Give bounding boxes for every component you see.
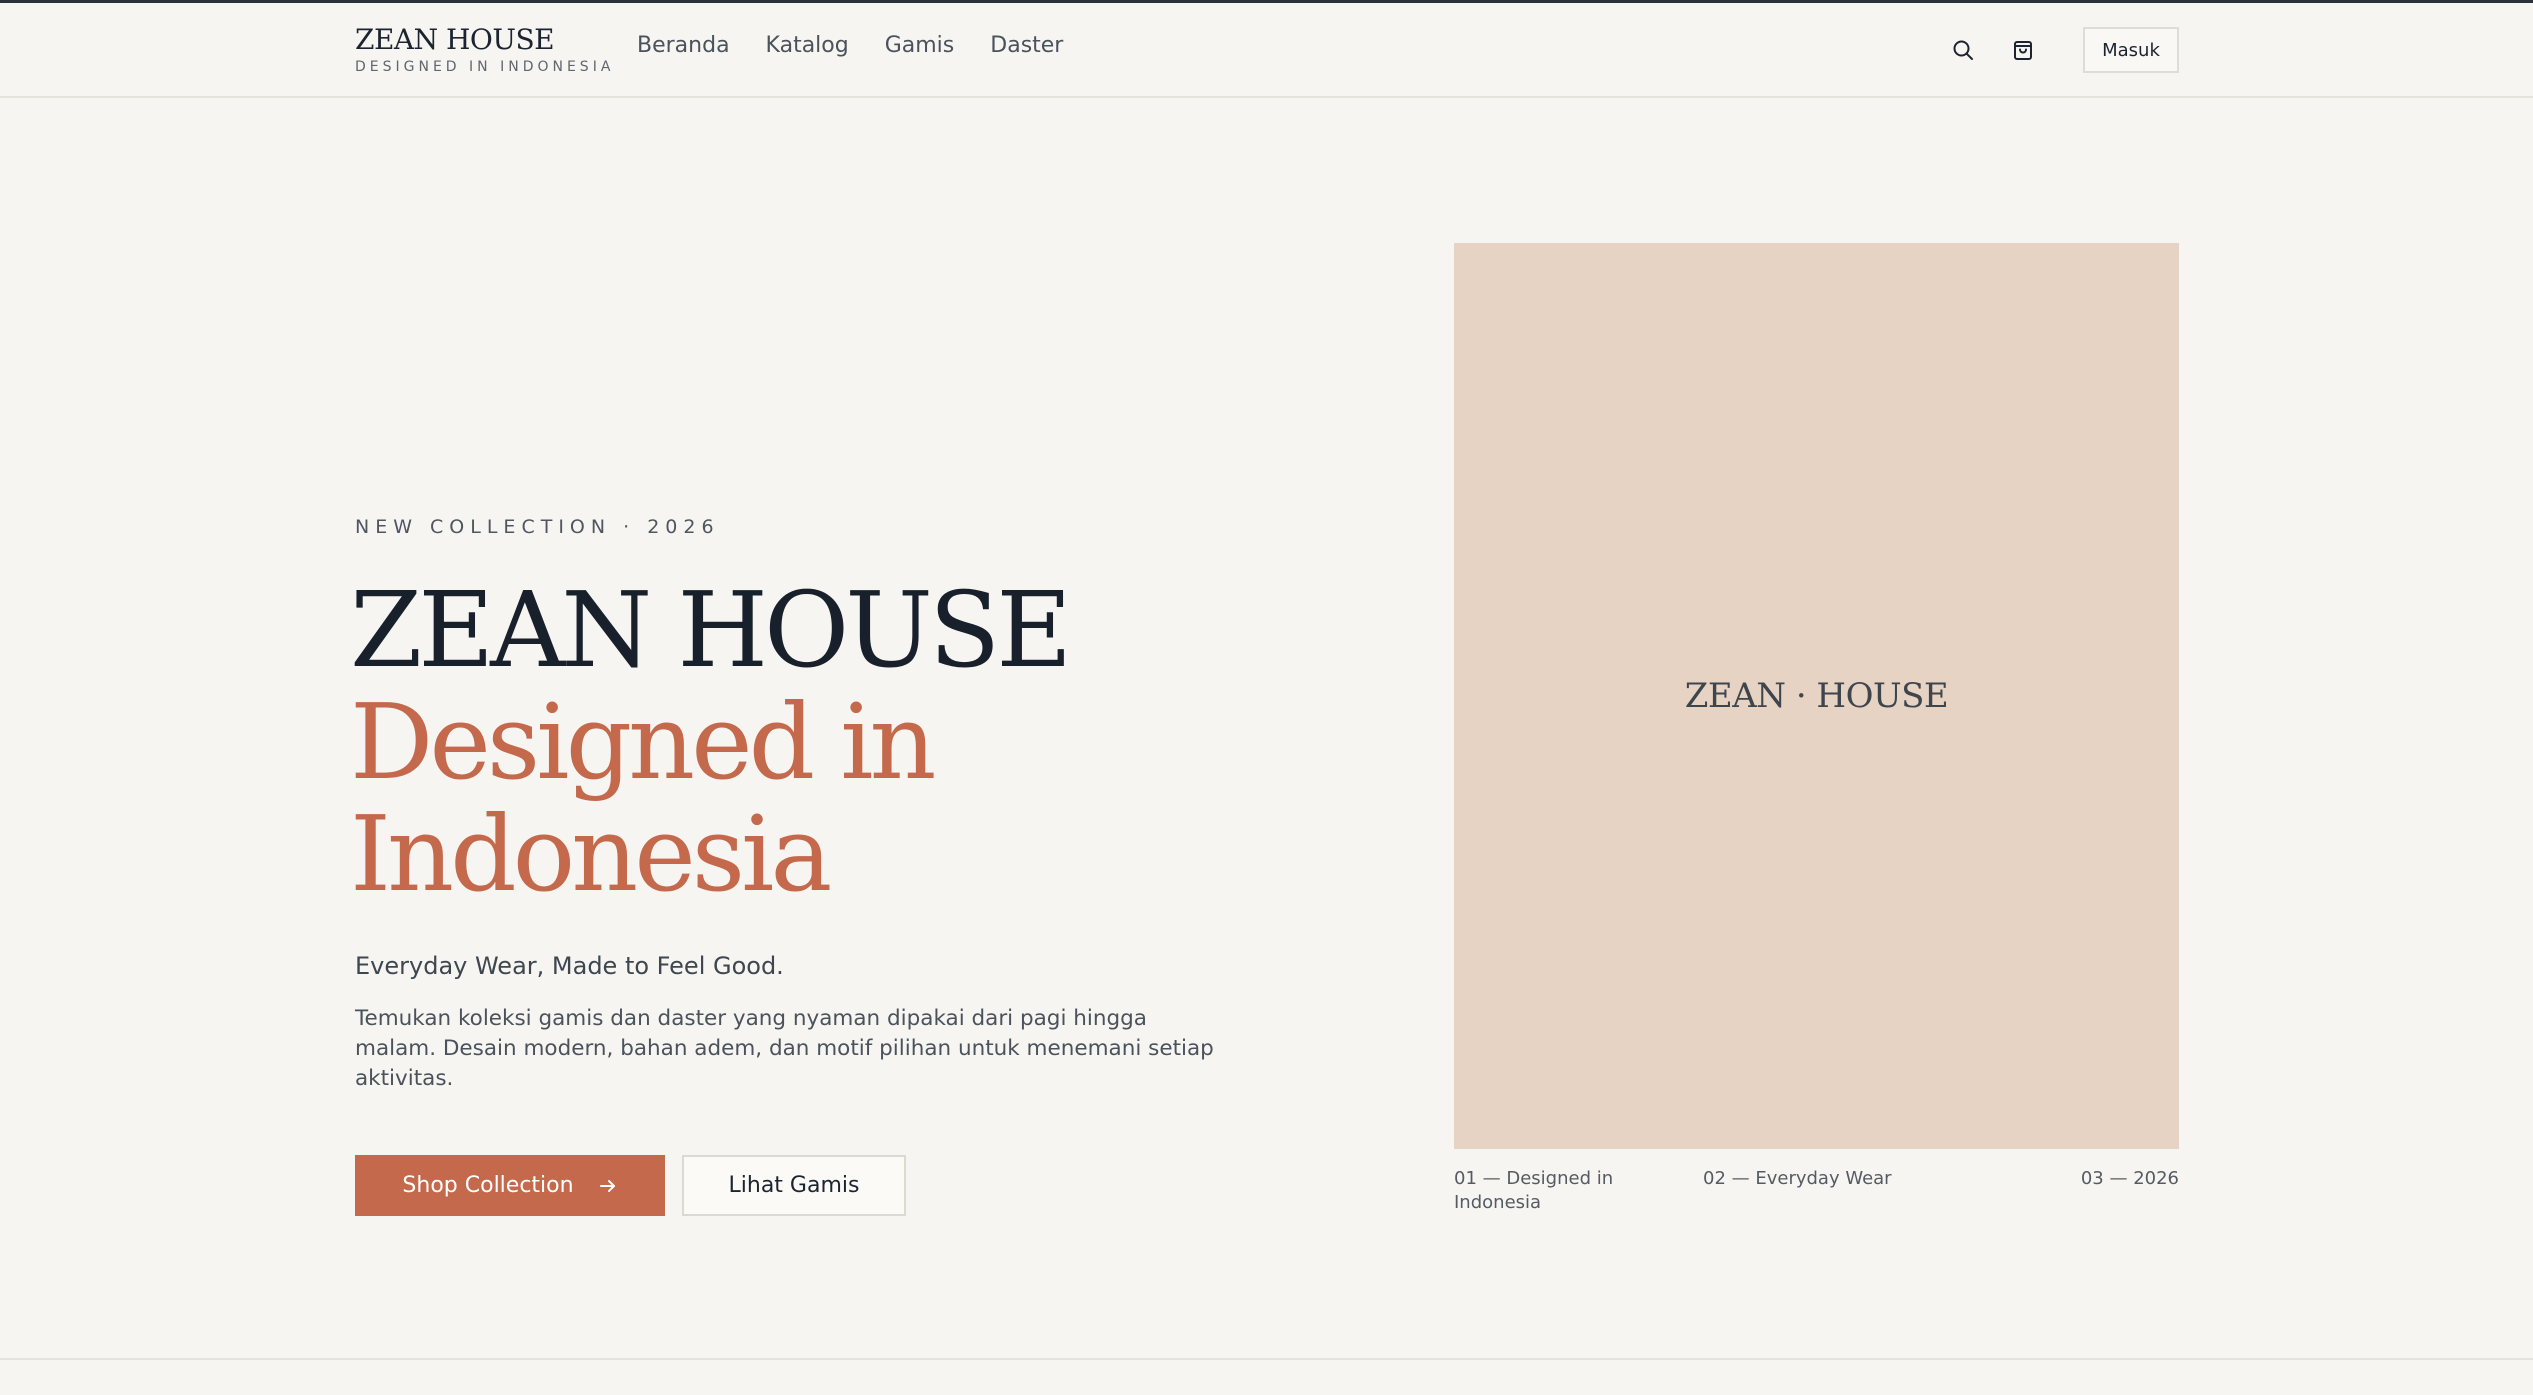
hero-description: Temukan koleksi gamis dan daster yang ny… bbox=[355, 1006, 1214, 1091]
header-actions: Masuk bbox=[1947, 27, 2179, 73]
hero-visual-panel: ZEAN · HOUSE bbox=[1454, 243, 2179, 1149]
lihat-gamis-button[interactable]: Lihat Gamis bbox=[682, 1155, 906, 1216]
shop-collection-button[interactable]: Shop Collection bbox=[355, 1155, 665, 1216]
nav-item-katalog[interactable]: Katalog bbox=[766, 33, 849, 58]
visual-caption-2: 02 — Everyday Wear bbox=[1703, 1168, 1892, 1189]
visual-caption-1: 01 — Designed in Indonesia bbox=[1454, 1168, 1614, 1213]
shop-collection-label: Shop Collection bbox=[402, 1173, 574, 1198]
brand-tagline: DESIGNED IN INDONESIA bbox=[355, 59, 615, 75]
search-icon bbox=[1953, 40, 1973, 60]
hero-title-line-3: Indonesia bbox=[350, 793, 832, 915]
shopping-bag-icon bbox=[2014, 41, 2032, 60]
visual-caption-3: 03 — 2026 bbox=[2080, 1168, 2179, 1189]
site-header: ZEAN HOUSE DESIGNED IN INDONESIA Beranda… bbox=[0, 3, 2533, 98]
login-button[interactable]: Masuk bbox=[2083, 27, 2179, 73]
hero-visual-label: ZEAN · HOUSE bbox=[1684, 676, 1949, 716]
cart-button[interactable] bbox=[2007, 34, 2039, 66]
brand-name: ZEAN HOUSE bbox=[355, 23, 555, 56]
nav-item-daster[interactable]: Daster bbox=[990, 33, 1063, 58]
hero-eyebrow: NEW COLLECTION · 2026 bbox=[355, 516, 720, 538]
hero-subtitle: Everyday Wear, Made to Feel Good. bbox=[355, 952, 784, 980]
section-divider bbox=[0, 1358, 2533, 1360]
nav-item-beranda[interactable]: Beranda bbox=[637, 33, 730, 58]
hero-title: ZEAN HOUSE Designed in Indonesia bbox=[350, 569, 1072, 915]
nav-item-gamis[interactable]: Gamis bbox=[885, 33, 955, 58]
hero-title-line-1: ZEAN HOUSE bbox=[350, 569, 1072, 691]
arrow-right-icon bbox=[599, 1179, 615, 1192]
brand-logo[interactable]: ZEAN HOUSE DESIGNED IN INDONESIA bbox=[355, 23, 614, 75]
search-button[interactable] bbox=[1947, 34, 1979, 66]
main-nav: Beranda Katalog Gamis Daster bbox=[637, 33, 1063, 58]
hero-title-line-2: Designed in bbox=[350, 681, 937, 803]
